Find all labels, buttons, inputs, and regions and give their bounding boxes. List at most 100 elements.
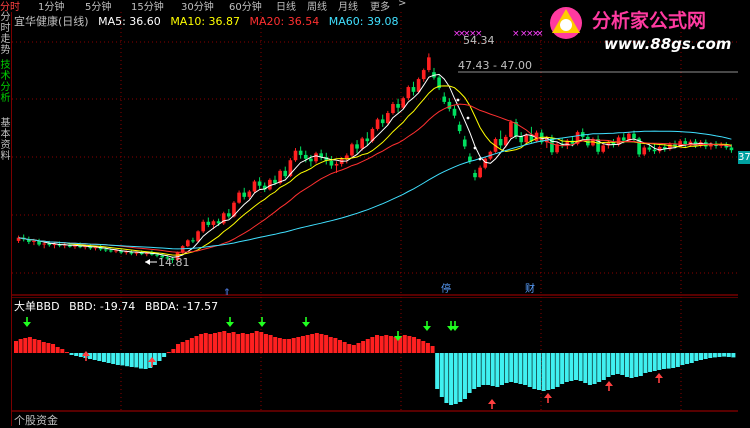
bbd-bar — [14, 341, 19, 353]
candle — [406, 85, 411, 101]
ma20-line — [18, 103, 732, 253]
candle — [452, 105, 457, 119]
bbd-bar — [527, 353, 532, 387]
high-price-annotation: 54.34 — [463, 34, 495, 47]
candle — [355, 140, 359, 154]
candle — [457, 121, 462, 134]
bbd-bar — [46, 343, 51, 353]
bbd-bar — [310, 334, 315, 353]
bbd-bar — [305, 335, 310, 353]
bbd-bar — [486, 353, 491, 385]
candle — [421, 68, 426, 82]
ma20-label: MA20: 36.54 — [249, 15, 320, 28]
signal-dot — [456, 98, 460, 102]
stock-title: 宜华健康(日线) — [14, 15, 89, 28]
candle — [319, 149, 323, 161]
bbd-bar — [236, 334, 241, 353]
candle — [227, 209, 231, 219]
bbd-bar — [213, 333, 218, 353]
bbd-bar — [458, 353, 463, 402]
bbd-bar — [194, 336, 199, 353]
bbd-bar — [416, 339, 421, 353]
bbd-bar — [574, 353, 579, 380]
bbd-bar — [689, 353, 694, 363]
bbd-bar — [467, 353, 472, 393]
bbd-bar — [342, 342, 347, 353]
bbd-indicator-chart[interactable] — [12, 297, 738, 412]
bbd-bar — [250, 333, 255, 353]
bbd-bar — [412, 337, 417, 353]
bbd-bar — [638, 353, 643, 376]
bbd-bar — [444, 353, 449, 403]
candle — [298, 146, 303, 159]
sidebar-tab-fundamentals[interactable]: 基本资料 — [0, 118, 11, 162]
bbd-bar — [319, 334, 324, 353]
bbd-bar — [495, 353, 500, 387]
bbd-bar — [101, 353, 106, 362]
bbd-bar — [685, 353, 690, 364]
candle — [27, 236, 31, 245]
bbd-bar — [648, 353, 653, 372]
event-marker-suspend[interactable]: 停 — [441, 283, 451, 296]
ma5-label: MA5: 36.60 — [98, 15, 161, 28]
bbd-bar — [652, 353, 657, 371]
bbd-bar — [199, 334, 204, 353]
bbd-bar — [282, 339, 287, 353]
ma60-label: MA60: 39.08 — [328, 15, 399, 28]
bbd-bar — [384, 335, 389, 353]
bbd-bar — [111, 353, 116, 364]
bbd-bar — [615, 353, 620, 374]
candle — [375, 117, 380, 131]
candle — [447, 98, 452, 112]
bbd-bar — [620, 353, 625, 375]
bbd-value: BBD: -19.74 — [69, 300, 136, 313]
chart-title-row: 宜华健康(日线) MA5: 36.60 MA10: 36.87 MA20: 36… — [14, 13, 404, 29]
candle — [427, 53, 431, 73]
bbd-bar — [578, 353, 583, 381]
bbd-bar — [337, 340, 343, 353]
bbd-bar — [356, 343, 361, 353]
candle — [483, 157, 488, 170]
candle — [365, 132, 370, 146]
bbd-bar — [388, 336, 393, 353]
bbd-bar — [185, 340, 190, 353]
bbd-bar — [78, 353, 83, 357]
bbda-value: BBDA: -17.57 — [144, 300, 219, 313]
buy-signal-arrow-icon — [655, 373, 663, 383]
bbd-bar — [328, 337, 333, 353]
candle — [293, 148, 298, 162]
bbd-bar — [64, 352, 69, 353]
bbd-bar — [532, 353, 537, 389]
sell-signal-arrow-icon — [226, 317, 234, 327]
bbd-bar — [430, 346, 435, 353]
bbd-bar — [513, 353, 518, 383]
bbd-bar — [536, 353, 542, 390]
bbd-bar — [671, 353, 676, 368]
price-range-annotation: 47.43 - 47.00 — [458, 59, 532, 72]
bbd-bar — [138, 353, 143, 369]
candle — [391, 101, 395, 115]
buy-signal-arrow-icon — [544, 393, 552, 403]
bbd-bar — [666, 353, 671, 369]
candle — [601, 143, 606, 154]
candle — [314, 151, 318, 164]
bbd-bar — [143, 353, 148, 369]
bbd-bar — [60, 349, 65, 353]
bbd-bar — [277, 338, 282, 353]
left-sidebar: 分时走势 技术分析 基本资料 — [0, 12, 12, 426]
candle — [642, 145, 647, 156]
sidebar-tab-intraday[interactable]: 分时走势 — [0, 12, 11, 56]
sidebar-tab-technical[interactable]: 技术分析 — [0, 60, 11, 104]
candle — [257, 177, 262, 189]
bbd-bar — [347, 344, 352, 353]
candle — [185, 239, 190, 248]
candle — [462, 135, 467, 150]
candle — [52, 241, 57, 249]
bbd-bar — [523, 353, 528, 385]
event-marker-finance[interactable]: 财 — [525, 283, 535, 296]
bbd-bar — [634, 353, 639, 377]
buy-signal-arrow-icon — [605, 381, 613, 391]
candle — [119, 248, 123, 255]
tab-next-arrow[interactable]: > — [398, 0, 406, 9]
candle — [221, 211, 226, 225]
